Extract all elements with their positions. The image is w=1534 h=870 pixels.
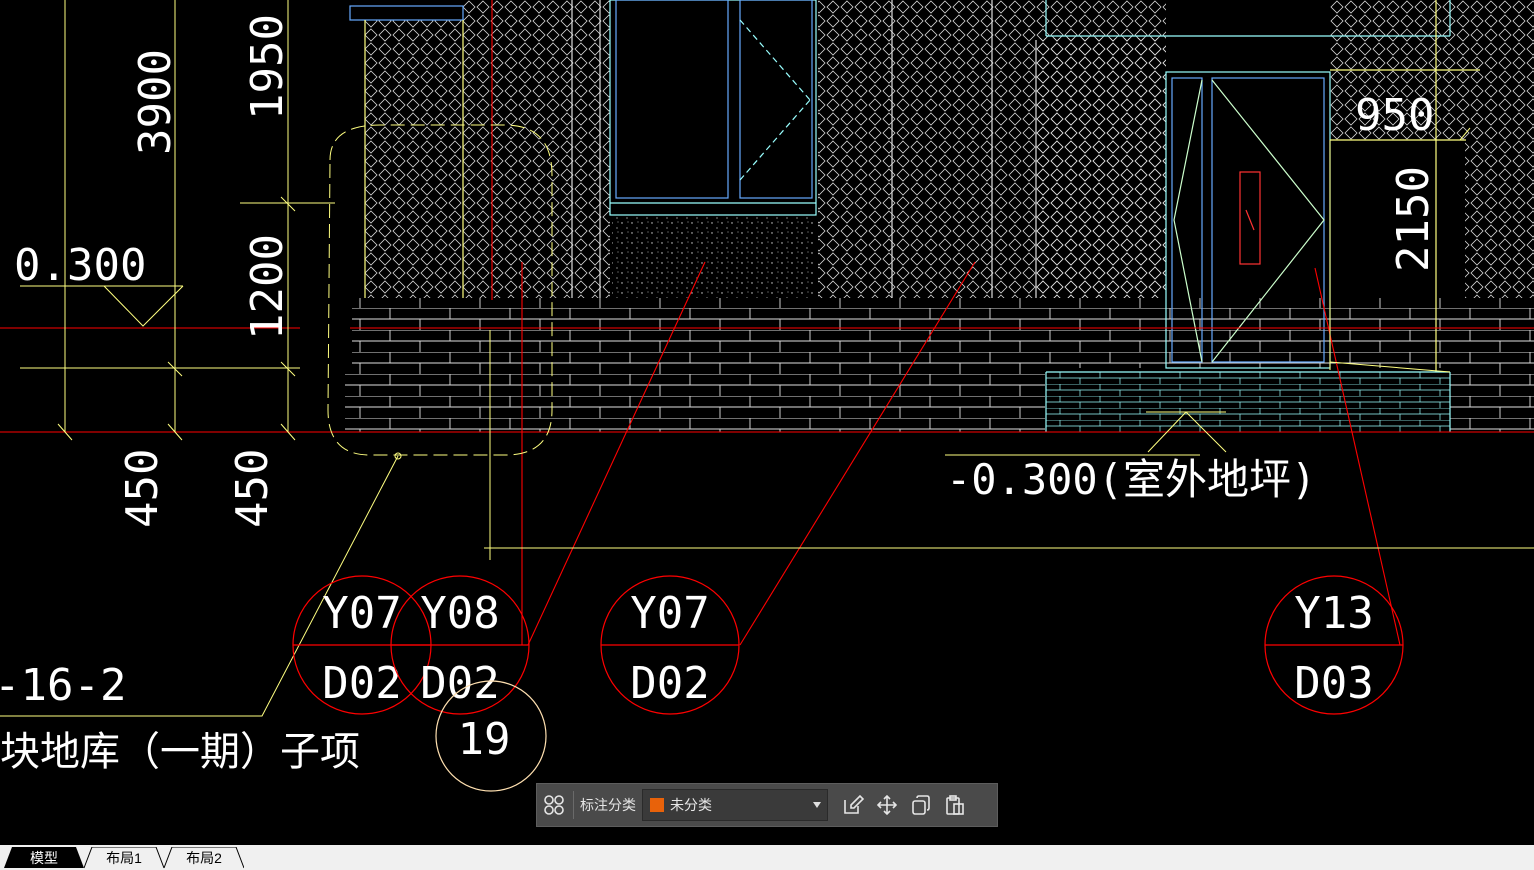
toolbar-label: 标注分类	[580, 797, 636, 813]
toolbar-divider	[573, 791, 574, 819]
edit-icon[interactable]	[836, 788, 870, 822]
tab-layout2[interactable]: 布局2	[164, 847, 244, 869]
note-code: -16-2	[0, 660, 126, 711]
dim-1950: 1950	[242, 14, 293, 120]
tab-layout1[interactable]: 布局1	[84, 847, 164, 869]
category-dropdown[interactable]: 未分类	[642, 789, 828, 821]
dim-450-b: 450	[227, 449, 278, 528]
dim-3900: 3900	[130, 49, 181, 155]
copy-icon[interactable]	[904, 788, 938, 822]
callout-4[interactable]: Y13 D03	[1264, 575, 1404, 715]
note-title: 块地库（一期）子项	[0, 729, 360, 775]
callout-1-bottom: D02	[322, 658, 401, 709]
chevron-down-icon	[813, 802, 821, 808]
dim-1200: 1200	[242, 234, 293, 340]
dim-2150: 2150	[1388, 166, 1439, 272]
plinth-brickwork	[345, 298, 1534, 432]
paste-icon[interactable]	[938, 788, 972, 822]
callout-3[interactable]: Y07 D02	[600, 575, 740, 715]
dim-950: 950	[1355, 90, 1434, 141]
callout-1-top: Y07	[322, 588, 401, 639]
annotation-toolbar: 标注分类 未分类	[536, 783, 998, 827]
svg-text:19: 19	[458, 714, 511, 765]
callout-3-bottom: D02	[630, 658, 709, 709]
layout-tab-bar: 模型 布局1 布局2	[0, 845, 1534, 870]
dim-450-a: 450	[117, 449, 168, 528]
grid-icon[interactable]	[537, 788, 571, 822]
elevation-right: -0.300(室外地坪)	[946, 455, 1316, 504]
elevation-left: 0.300	[14, 240, 146, 291]
callout-4-top: Y13	[1294, 588, 1373, 639]
category-color-swatch	[650, 798, 664, 812]
wall-hatch	[365, 0, 1534, 298]
callouts: Y07 D02 Y08 D02 Y07 D02 Y13 D03 19	[292, 575, 1404, 792]
category-selected-value: 未分类	[670, 797, 712, 813]
move-icon[interactable]	[870, 788, 904, 822]
cad-drawing-canvas[interactable]: 3900 1950 1200 450 450 950 2150 0.300 -0…	[0, 0, 1534, 845]
callout-3-top: Y07	[630, 588, 709, 639]
callout-2-bottom: D02	[420, 658, 499, 709]
callout-4-bottom: D03	[1294, 658, 1373, 709]
tab-model[interactable]: 模型	[4, 847, 84, 869]
svg-text:): )	[0, 470, 7, 521]
callout-2-top: Y08	[420, 588, 499, 639]
